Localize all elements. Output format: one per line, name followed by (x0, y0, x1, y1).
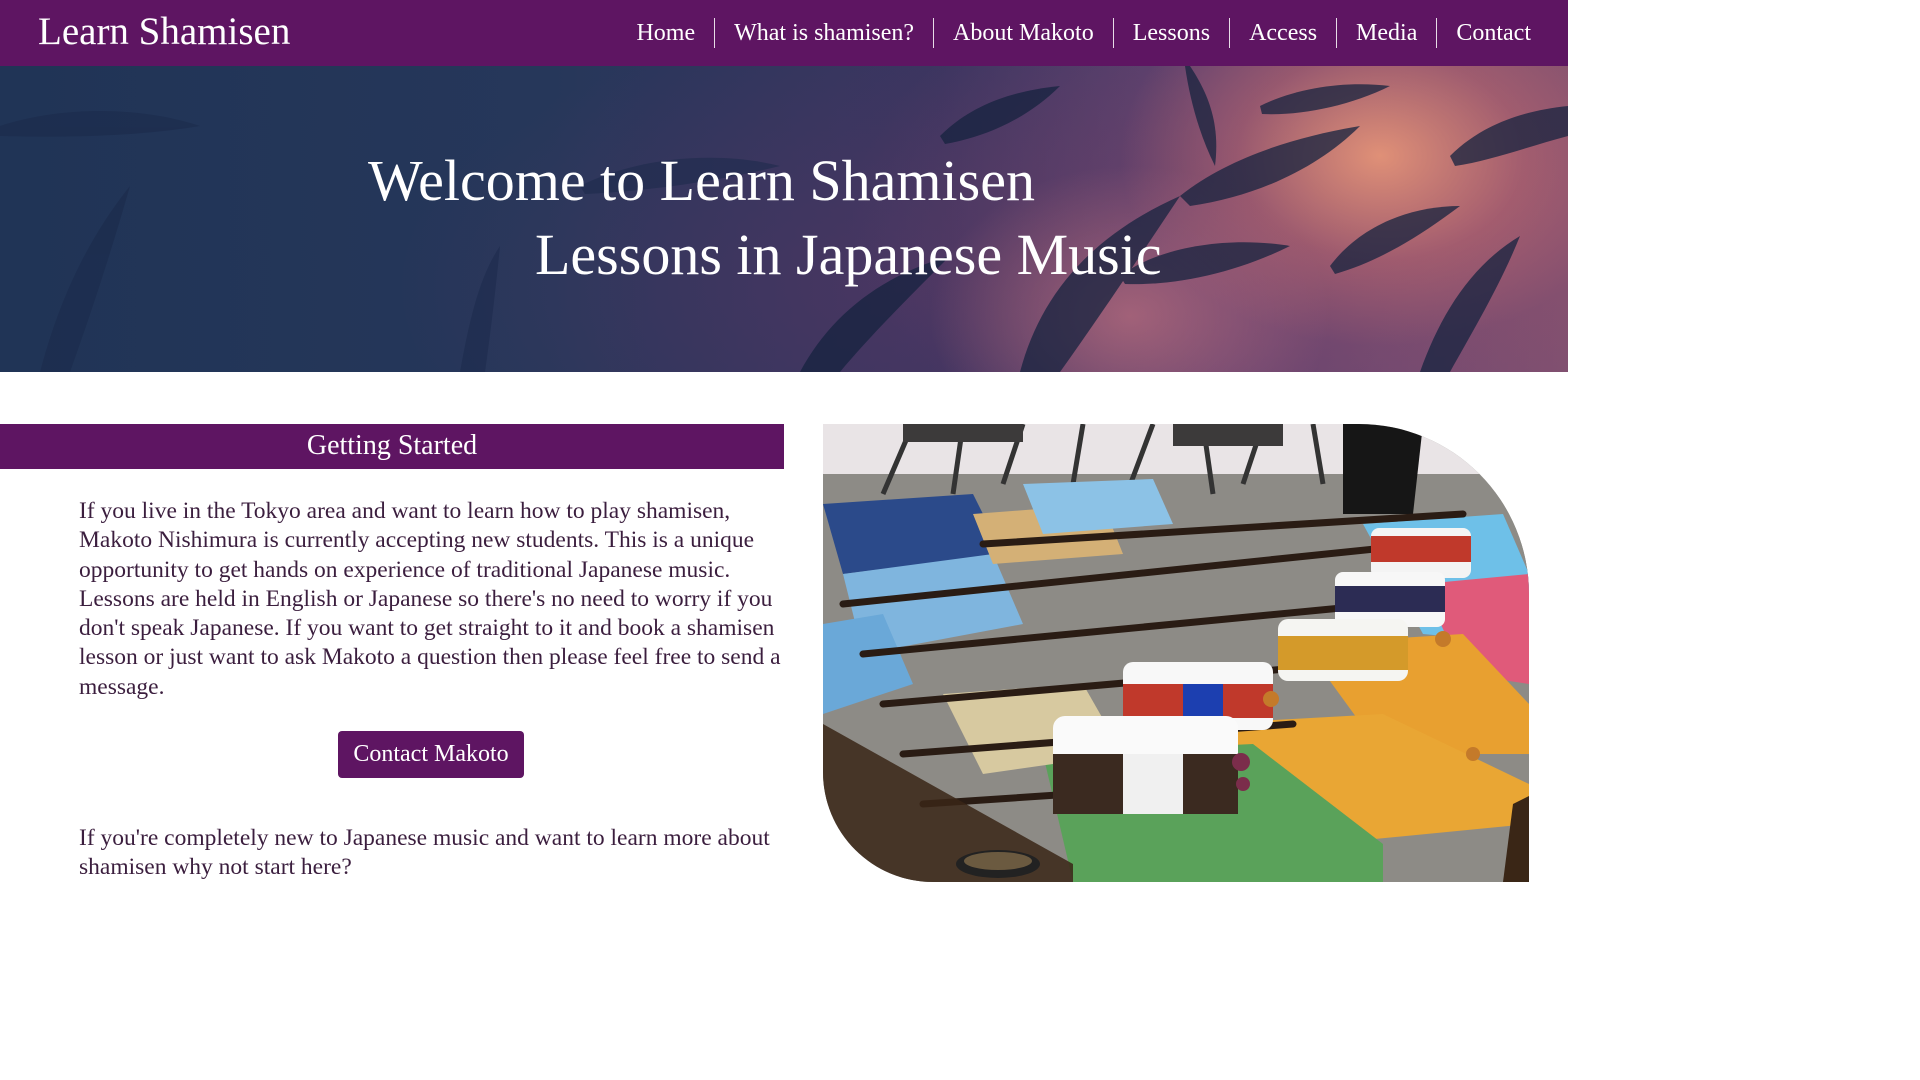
hero-banner: Welcome to Learn Shamisen Lessons in Jap… (0, 66, 1568, 372)
top-navbar: Learn Shamisen Home What is shamisen? Ab… (0, 0, 1568, 66)
nav-access[interactable]: Access (1229, 18, 1336, 48)
shamisen-photo (823, 424, 1529, 882)
contact-makoto-button[interactable]: Contact Makoto (338, 731, 524, 778)
nav-home[interactable]: Home (617, 18, 714, 48)
nav-what-is-shamisen[interactable]: What is shamisen? (714, 18, 933, 48)
nav-contact[interactable]: Contact (1436, 18, 1531, 48)
nav-media[interactable]: Media (1336, 18, 1436, 48)
newcomer-paragraph: If you're completely new to Japanese mus… (79, 825, 770, 881)
hero-foliage-image (0, 66, 1568, 372)
shamisen-on-cushions-image (823, 424, 1529, 882)
section-title-getting-started: Getting Started (306, 430, 478, 461)
site-logo-title[interactable]: Learn Shamisen (38, 10, 290, 54)
nav-about-makoto[interactable]: About Makoto (933, 18, 1113, 48)
main-nav: Home What is shamisen? About Makoto Less… (617, 18, 1531, 48)
hero-heading-line1: Welcome to Learn Shamisen (368, 148, 1035, 213)
intro-paragraph: If you live in the Tokyo area and want t… (79, 498, 781, 700)
nav-lessons[interactable]: Lessons (1112, 18, 1229, 48)
hero-heading-line2: Lessons in Japanese Music (535, 222, 1162, 287)
